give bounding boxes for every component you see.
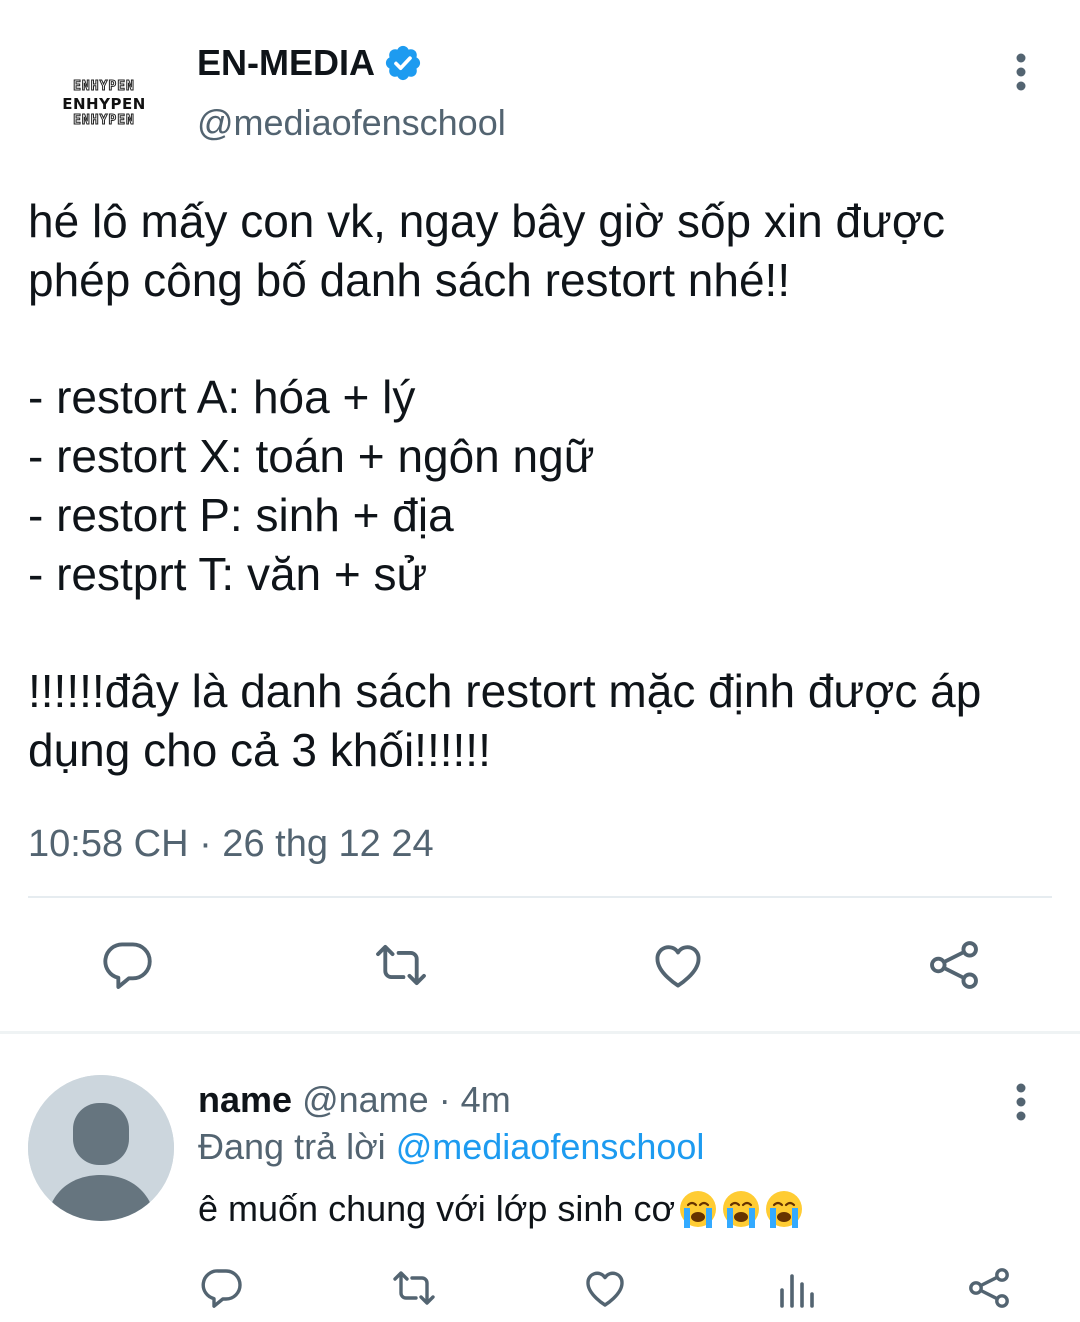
tweet-timestamp[interactable]: 10:58 CH · 26 thg 12 24 [28, 820, 434, 868]
reply-text-content: ê muốn chung với lớp sinh cơ [198, 1188, 676, 1229]
author-name-text: EN-MEDIA [197, 42, 375, 83]
author-name[interactable]: EN-MEDIA [197, 40, 423, 86]
author-handle[interactable]: @mediaofenschool [197, 100, 506, 146]
tweet-line: !!!!!!đây là danh sách restort mặc định … [28, 665, 982, 717]
section-divider [0, 1031, 1080, 1034]
like-icon[interactable] [649, 936, 707, 994]
tweet-line: - restprt T: văn + sử [28, 548, 428, 600]
like-icon[interactable] [581, 1264, 629, 1312]
tweet-line: hé lô mấy con vk, ngay bây giờ sốp xin đ… [28, 195, 946, 247]
tweet-text: hé lô mấy con vk, ngay bây giờ sốp xin đ… [28, 192, 1073, 780]
avatar[interactable] [28, 1075, 174, 1221]
reply-text: ê muốn chung với lớp sinh cơ [198, 1186, 804, 1232]
profile-logo[interactable]: ENHYPEN ENHYPEN ENHYPEN [40, 40, 168, 168]
verified-badge-icon [385, 45, 421, 81]
reply-author-name[interactable]: name [198, 1079, 292, 1120]
share-icon[interactable] [925, 936, 983, 994]
analytics-icon[interactable] [772, 1264, 820, 1312]
replying-prefix: Đang trả lời [198, 1126, 386, 1167]
tweet-line: - restort P: sinh + địa [28, 489, 454, 541]
replying-to: Đang trả lời @mediaofenschool [198, 1125, 704, 1169]
loudly-crying-face-icon [766, 1191, 803, 1228]
reply-author-handle[interactable]: @name [302, 1079, 429, 1120]
tweet-line: phép công bố danh sách restort nhé!! [28, 254, 791, 306]
divider [28, 896, 1052, 898]
retweet-icon[interactable] [372, 936, 430, 994]
logo-text-middle: ENHYPEN [62, 95, 146, 113]
logo-text-top: ENHYPEN [73, 79, 135, 95]
reply-time: · 4m [438, 1079, 511, 1120]
more-options-icon[interactable] [1004, 1080, 1038, 1124]
logo-text-bottom: ENHYPEN [73, 113, 135, 129]
retweet-icon[interactable] [390, 1264, 438, 1312]
loudly-crying-face-icon [680, 1191, 717, 1228]
replying-mention-link[interactable]: @mediaofenschool [396, 1126, 705, 1167]
tweet-line: dụng cho cả 3 khối!!!!!! [28, 724, 491, 776]
reply-header: name @name · 4m [198, 1078, 511, 1122]
tweet-line: - restort X: toán + ngôn ngữ [28, 430, 595, 482]
loudly-crying-face-icon [723, 1191, 760, 1228]
reply-icon[interactable] [99, 936, 157, 994]
tweet-line: - restort A: hóa + lý [28, 371, 416, 423]
reply-icon[interactable] [198, 1264, 246, 1312]
share-icon[interactable] [965, 1264, 1013, 1312]
default-user-icon [28, 1075, 174, 1221]
more-options-icon[interactable] [1004, 50, 1038, 94]
